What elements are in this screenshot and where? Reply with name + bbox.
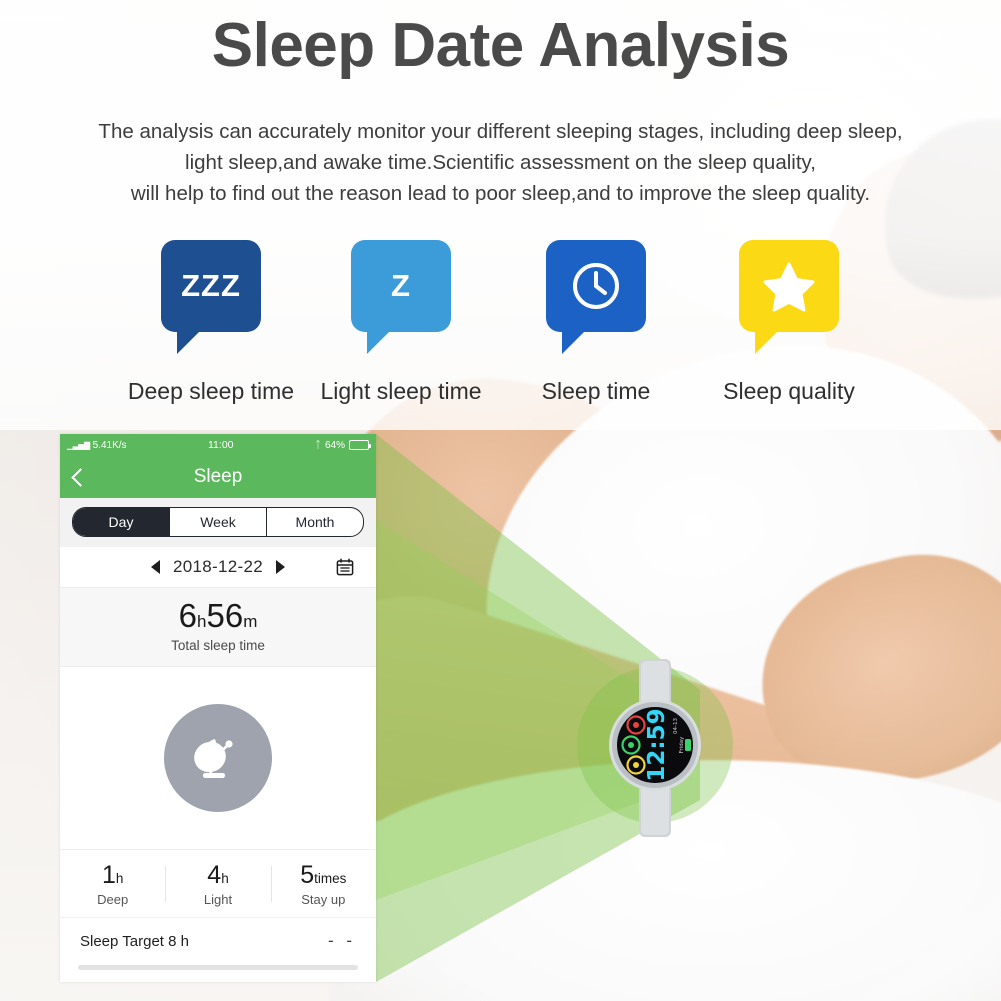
selected-date: 2018-12-22 bbox=[173, 557, 263, 576]
feature-label-deep-sleep-time: Deep sleep time bbox=[127, 378, 295, 404]
zzz-icon: ZZZ bbox=[161, 240, 261, 354]
sleep-progress-bar bbox=[78, 965, 358, 971]
feature-label-light-sleep-time: Light sleep time bbox=[320, 378, 482, 404]
triangle-right-icon[interactable] bbox=[275, 560, 285, 574]
sleep-chart-area bbox=[60, 666, 376, 850]
z-icon-glyph: Z bbox=[391, 268, 411, 303]
triangle-left-icon[interactable] bbox=[151, 560, 161, 574]
sleep-target-row[interactable]: Sleep Target 8 h - - bbox=[60, 918, 376, 958]
battery-icon bbox=[349, 440, 371, 450]
network-speed-text: 5.41K/s bbox=[92, 439, 127, 451]
stat-stay-up-value: 5times bbox=[271, 860, 376, 890]
sleep-stats-row: 1h Deep 4h Light 5times Stay up bbox=[60, 849, 376, 919]
star-icon bbox=[739, 240, 839, 354]
no-data-placeholder bbox=[164, 703, 272, 812]
total-sleep-minutes: 56 bbox=[206, 597, 244, 634]
stat-deep-number: 1 bbox=[101, 860, 116, 889]
stat-stay-up: 5times Stay up bbox=[270, 860, 376, 908]
feature-label-sleep-time: Sleep time bbox=[541, 378, 651, 404]
period-tabs: Day Week Month bbox=[72, 507, 364, 537]
page-title: Sleep Date Analysis bbox=[211, 11, 790, 80]
bluetooth-icon: ᛏ bbox=[314, 439, 321, 451]
description-line-1: The analysis can accurately monitor your… bbox=[98, 120, 903, 143]
sleep-target-value: - - bbox=[327, 931, 356, 951]
stat-light-unit: h bbox=[221, 870, 229, 886]
clock-icon bbox=[546, 240, 646, 354]
description-line-3: will help to find out the reason lead to… bbox=[130, 182, 871, 205]
stat-deep-label: Deep bbox=[97, 892, 129, 908]
description-line-2: light sleep,and awake time.Scientific as… bbox=[185, 151, 816, 174]
phone-nav-bar: Sleep bbox=[60, 456, 376, 498]
period-tabs-container: Day Week Month bbox=[60, 498, 376, 547]
stat-stay-up-label: Stay up bbox=[301, 892, 346, 908]
star-icon-glyph bbox=[763, 262, 815, 312]
stat-stay-up-unit: times bbox=[314, 870, 347, 886]
calendar-icon[interactable] bbox=[336, 558, 354, 576]
satellite-dish-icon bbox=[194, 738, 233, 778]
signal-bars-icon: ▁▃▅▇ bbox=[67, 440, 90, 450]
z-icon: Z bbox=[351, 240, 451, 354]
progress-bar-container bbox=[60, 957, 376, 982]
total-sleep-label: Total sleep time bbox=[171, 637, 265, 653]
feature-sleep-time: Sleep time bbox=[493, 240, 699, 405]
clock-icon-glyph bbox=[573, 263, 619, 309]
total-sleep-hours: 6 bbox=[178, 597, 197, 634]
nav-title: Sleep bbox=[193, 466, 243, 487]
tab-month[interactable]: Month bbox=[267, 508, 363, 536]
feature-badges: ZZZ Deep sleep time Z Light sleep time S… bbox=[108, 240, 898, 404]
date-navigation-row: 2018-12-22 bbox=[60, 547, 376, 588]
sleep-target-label: Sleep Target 8 h bbox=[80, 932, 189, 950]
battery-percent-text: 64% bbox=[324, 439, 345, 451]
status-bar-time: 11:00 bbox=[208, 439, 234, 451]
feature-sleep-quality: Sleep quality bbox=[686, 240, 892, 405]
zzz-icon-glyph: ZZZ bbox=[181, 268, 241, 303]
tab-day[interactable]: Day bbox=[73, 508, 170, 536]
total-sleep-block: 6h56m Total sleep time bbox=[60, 588, 376, 667]
stat-light-label: Light bbox=[203, 892, 233, 908]
stat-deep-value: 1h bbox=[60, 860, 165, 890]
feature-light-sleep-time: Z Light sleep time bbox=[298, 240, 504, 405]
stat-light-value: 4h bbox=[165, 860, 270, 890]
stat-stay-up-number: 5 bbox=[300, 860, 315, 889]
phone-status-bar: ▁▃▅▇ 5.41K/s 11:00 ᛏ 64% bbox=[60, 434, 376, 456]
feature-deep-sleep-time: ZZZ Deep sleep time bbox=[108, 240, 314, 405]
promo-page: 12:59 04-13 Friday Sleep Date Analysis T… bbox=[0, 0, 1001, 1001]
stat-light: 4h Light bbox=[165, 860, 270, 908]
stat-light-number: 4 bbox=[207, 860, 222, 889]
page-description: The analysis can accurately monitor your… bbox=[0, 116, 1001, 209]
stat-deep: 1h Deep bbox=[60, 860, 165, 908]
total-sleep-value: 6h56m bbox=[60, 597, 376, 634]
feature-label-sleep-quality: Sleep quality bbox=[723, 378, 855, 404]
phone-screenshot: ▁▃▅▇ 5.41K/s 11:00 ᛏ 64% Sleep Day Week … bbox=[60, 434, 376, 982]
stat-deep-unit: h bbox=[115, 870, 124, 886]
total-sleep-minutes-unit: m bbox=[243, 612, 258, 631]
tab-week[interactable]: Week bbox=[170, 508, 267, 536]
